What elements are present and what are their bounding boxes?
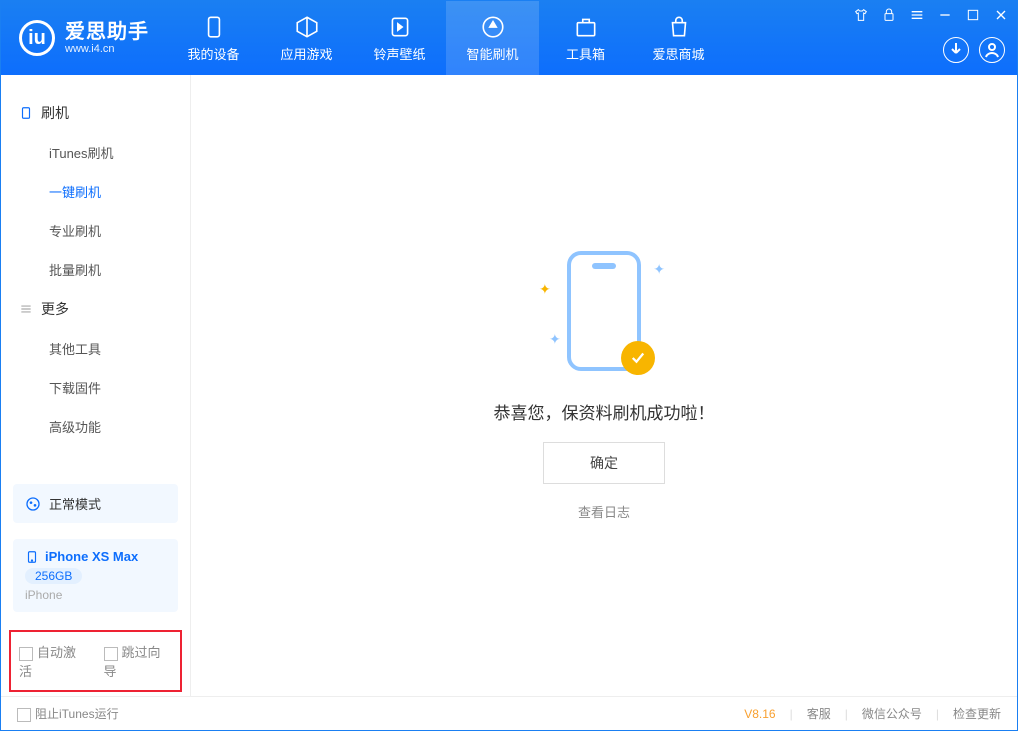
sidebar-item[interactable]: 专业刷机 (1, 211, 190, 250)
tab-icon (387, 14, 413, 40)
app-name: 爱思助手 (65, 21, 149, 43)
footer-link-wechat[interactable]: 微信公众号 (862, 705, 922, 722)
sidebar-category-label: 更多 (41, 299, 69, 319)
mode-label: 正常模式 (49, 494, 101, 513)
sidebar-item[interactable]: 其他工具 (1, 329, 190, 368)
main-content: ✦ ✦ ✦ 恭喜您，保资料刷机成功啦！ 确定 查看日志 (191, 75, 1017, 696)
sidebar-item[interactable]: 下载固件 (1, 368, 190, 407)
list-icon (19, 302, 33, 316)
tab-label: 我的设备 (187, 44, 239, 63)
titlebar-actions (943, 37, 1005, 63)
tab-1[interactable]: 应用游戏 (260, 1, 353, 75)
user-icon[interactable] (979, 37, 1005, 63)
titlebar: iu 爱思助手 www.i4.cn 我的设备 应用游戏 铃声壁纸 智能刷机 工具箱 爱思商… (1, 1, 1017, 75)
tab-2[interactable]: 铃声壁纸 (353, 1, 446, 75)
tab-3[interactable]: 智能刷机 (446, 1, 539, 75)
phone-icon (19, 106, 33, 120)
check-badge-icon (621, 341, 655, 375)
device-box[interactable]: iPhone XS Max 256GB iPhone (13, 539, 178, 612)
sidebar: 刷机 iTunes刷机一键刷机专业刷机批量刷机 更多 其他工具下载固件高级功能 … (1, 75, 191, 696)
success-illustration: ✦ ✦ ✦ (549, 251, 659, 381)
footer-link-update[interactable]: 检查更新 (953, 705, 1001, 722)
tab-5[interactable]: 爱思商城 (632, 1, 725, 75)
tab-label: 智能刷机 (466, 44, 518, 63)
footer-link-support[interactable]: 客服 (807, 705, 831, 722)
top-tabs: 我的设备 应用游戏 铃声壁纸 智能刷机 工具箱 爱思商城 (167, 1, 725, 75)
tab-icon (294, 14, 320, 40)
sidebar-item[interactable]: iTunes刷机 (1, 133, 190, 172)
tab-icon (666, 14, 692, 40)
tab-label: 铃声壁纸 (373, 44, 425, 63)
device-icon (25, 550, 39, 564)
version-label: V8.16 (744, 707, 775, 721)
view-log-link[interactable]: 查看日志 (578, 502, 630, 521)
tab-label: 应用游戏 (280, 44, 332, 63)
tab-label: 工具箱 (566, 44, 605, 63)
tab-icon (201, 14, 227, 40)
footer: 阻止iTunes运行 V8.16 | 客服 | 微信公众号 | 检查更新 (1, 696, 1017, 730)
sidebar-category-label: 刷机 (41, 103, 69, 123)
app-window: iu 爱思助手 www.i4.cn 我的设备 应用游戏 铃声壁纸 智能刷机 工具箱 爱思商… (0, 0, 1018, 731)
tab-4[interactable]: 工具箱 (539, 1, 632, 75)
device-type: iPhone (25, 588, 62, 602)
skip-guide-checkbox[interactable]: 跳过向导 (104, 642, 173, 680)
app-logo: iu 爱思助手 www.i4.cn (1, 1, 167, 75)
app-url: www.i4.cn (65, 43, 149, 55)
tab-icon (573, 14, 599, 40)
maximize-button[interactable] (965, 7, 981, 23)
tshirt-icon[interactable] (853, 7, 869, 23)
tab-label: 爱思商城 (652, 44, 704, 63)
sidebar-category-flash: 刷机 (1, 93, 190, 133)
block-itunes-checkbox[interactable]: 阻止iTunes运行 (17, 705, 119, 722)
sidebar-item[interactable]: 一键刷机 (1, 172, 190, 211)
close-button[interactable] (993, 7, 1009, 23)
auto-activate-checkbox[interactable]: 自动激活 (19, 642, 88, 680)
options-highlight-box: 自动激活 跳过向导 (9, 630, 182, 692)
window-controls (853, 7, 1009, 23)
mode-box[interactable]: 正常模式 (13, 484, 178, 523)
success-message: 恭喜您，保资料刷机成功啦！ (494, 399, 715, 424)
sidebar-item[interactable]: 高级功能 (1, 407, 190, 446)
mode-icon (25, 496, 41, 512)
lock-icon[interactable] (881, 7, 897, 23)
logo-icon: iu (19, 20, 55, 56)
minimize-button[interactable] (937, 7, 953, 23)
tab-icon (480, 14, 506, 40)
sidebar-category-more: 更多 (1, 289, 190, 329)
download-icon[interactable] (943, 37, 969, 63)
menu-icon[interactable] (909, 7, 925, 23)
body: 刷机 iTunes刷机一键刷机专业刷机批量刷机 更多 其他工具下载固件高级功能 … (1, 75, 1017, 696)
sidebar-item[interactable]: 批量刷机 (1, 250, 190, 289)
confirm-button[interactable]: 确定 (543, 442, 665, 484)
tab-0[interactable]: 我的设备 (167, 1, 260, 75)
device-capacity: 256GB (25, 568, 82, 584)
device-name: iPhone XS Max (45, 549, 138, 564)
